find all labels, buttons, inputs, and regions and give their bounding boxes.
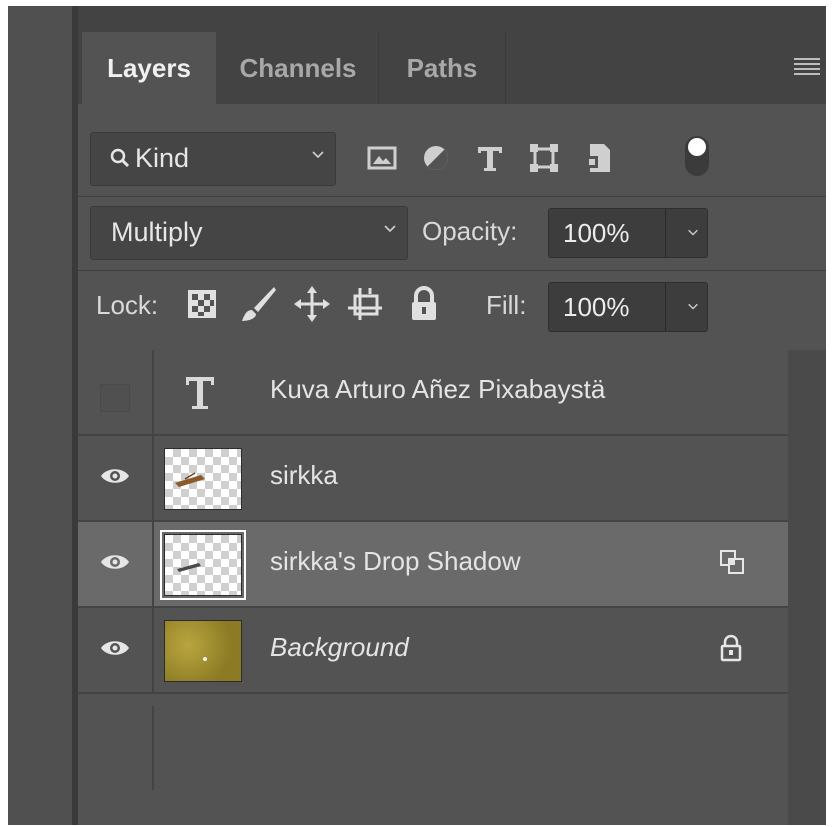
scrollbar-track[interactable] bbox=[788, 350, 826, 825]
panel-menu-icon[interactable] bbox=[794, 58, 820, 76]
fill-value: 100% bbox=[563, 292, 630, 322]
blend-mode-select[interactable]: Multiply bbox=[90, 206, 408, 260]
layer-thumbnail[interactable] bbox=[160, 530, 246, 600]
lock-position-icon[interactable] bbox=[292, 284, 332, 324]
shadow-thumbnail-image bbox=[177, 563, 201, 572]
cricket-thumbnail-image bbox=[175, 472, 205, 487]
visibility-cell[interactable] bbox=[78, 350, 154, 434]
lock-all-icon[interactable] bbox=[408, 286, 440, 322]
eye-icon[interactable] bbox=[99, 638, 131, 658]
background-thumbnail-image bbox=[203, 657, 207, 661]
opacity-label: Opacity: bbox=[422, 216, 518, 246]
top-dock-bar bbox=[78, 6, 826, 32]
filter-toggle-icon[interactable] bbox=[682, 134, 712, 178]
adjustment-filter-icon[interactable] bbox=[418, 140, 454, 176]
chevron-down-icon bbox=[312, 151, 324, 159]
lock-icon[interactable] bbox=[718, 634, 744, 662]
visibility-cell[interactable] bbox=[78, 436, 154, 520]
layers-panel: Layers Channels Paths Kind Multiply Opac… bbox=[78, 32, 826, 825]
layer-name[interactable]: Kuva Arturo Añez Pixabaystä bbox=[270, 374, 605, 405]
layer-thumbnail[interactable] bbox=[164, 448, 242, 510]
lock-artboard-icon[interactable] bbox=[346, 284, 386, 324]
panel-tab-bar: Layers Channels Paths bbox=[78, 32, 826, 104]
text-layer-icon bbox=[186, 377, 214, 409]
eye-icon[interactable] bbox=[99, 466, 131, 486]
layer-name[interactable]: sirkka's Drop Shadow bbox=[270, 546, 521, 577]
filter-kind-label: Kind bbox=[135, 143, 190, 173]
fill-label: Fill: bbox=[486, 290, 527, 320]
opacity-field[interactable]: 100% bbox=[548, 208, 708, 258]
layer-row[interactable]: Background bbox=[78, 608, 788, 694]
fill-field[interactable]: 100% bbox=[548, 282, 708, 332]
shape-filter-icon[interactable] bbox=[526, 140, 562, 176]
chevron-down-icon[interactable] bbox=[687, 300, 699, 312]
blend-mode-value: Multiply bbox=[111, 217, 203, 247]
search-icon bbox=[110, 148, 130, 168]
chevron-down-icon bbox=[384, 225, 396, 233]
lock-transparent-pixels-icon[interactable] bbox=[186, 288, 218, 320]
photoshop-window: Layers Channels Paths Kind Multiply Opac… bbox=[8, 6, 826, 825]
eye-icon[interactable] bbox=[99, 552, 131, 572]
visibility-cell[interactable] bbox=[78, 608, 154, 692]
visibility-cell[interactable] bbox=[78, 522, 154, 606]
lock-image-pixels-icon[interactable] bbox=[238, 284, 278, 324]
layers-list-empty-area bbox=[78, 706, 788, 825]
layer-name[interactable]: sirkka bbox=[270, 460, 338, 491]
smart-object-filter-icon[interactable] bbox=[580, 140, 616, 176]
filter-kind-select[interactable]: Kind bbox=[90, 132, 336, 186]
tab-layers[interactable]: Layers bbox=[82, 32, 216, 104]
layer-thumbnail[interactable] bbox=[164, 620, 242, 682]
layer-row[interactable]: sirkka bbox=[78, 436, 788, 522]
image-filter-icon[interactable] bbox=[364, 140, 400, 176]
lock-label: Lock: bbox=[96, 290, 159, 320]
type-filter-icon[interactable] bbox=[472, 140, 508, 176]
chevron-down-icon[interactable] bbox=[687, 226, 699, 238]
linked-layer-icon bbox=[720, 550, 744, 574]
layer-row-selected[interactable]: sirkka's Drop Shadow bbox=[78, 522, 788, 608]
tab-channels[interactable]: Channels bbox=[218, 32, 379, 104]
layer-name[interactable]: Background bbox=[270, 632, 409, 663]
visibility-off-box[interactable] bbox=[100, 384, 130, 412]
tab-paths[interactable]: Paths bbox=[379, 32, 506, 104]
left-dock bbox=[8, 6, 72, 825]
opacity-value: 100% bbox=[563, 218, 630, 248]
layer-row[interactable]: Kuva Arturo Añez Pixabaystä bbox=[78, 350, 788, 436]
